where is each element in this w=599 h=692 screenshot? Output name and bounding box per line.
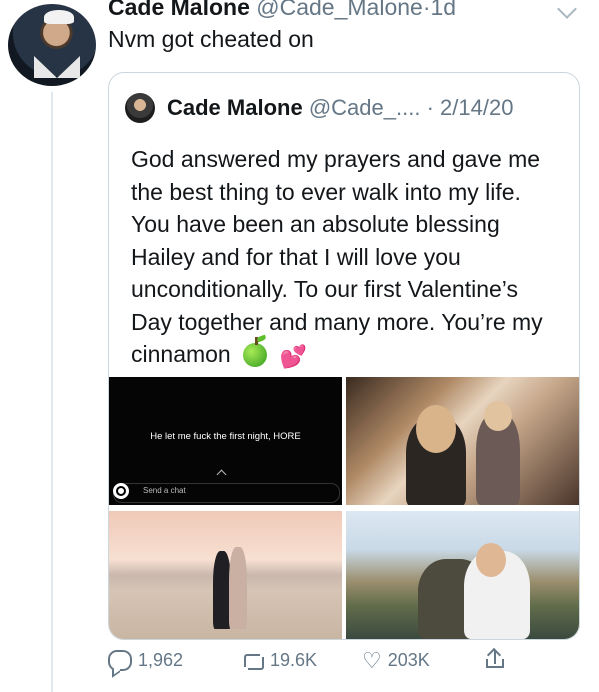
quoted-header: Cade Malone @Cade_.... · 2/14/20 (167, 95, 513, 121)
camera-icon (113, 483, 129, 499)
media-snapchat-screenshot[interactable]: He let me fuck the first night, HORE Sen… (109, 377, 342, 505)
media-grid: He let me fuck the first night, HORE Sen… (109, 377, 579, 639)
head-shape (476, 543, 506, 577)
reply-icon (108, 650, 132, 671)
like-button[interactable]: ♡ 203K (362, 647, 430, 673)
head-shape (484, 401, 512, 431)
like-icon: ♡ (362, 647, 382, 673)
media-mirror-selfie[interactable] (346, 377, 579, 505)
share-icon (486, 647, 504, 668)
share-button[interactable] (486, 647, 504, 668)
thread-line (51, 92, 53, 692)
reply-button[interactable]: 1,962 (108, 650, 183, 671)
separator: · (422, 0, 431, 20)
media-park-couple[interactable] (346, 511, 579, 639)
snap-send-placeholder: Send a chat (143, 486, 186, 495)
cap-shape (44, 10, 74, 24)
hair-shape (416, 405, 456, 453)
quoted-text-block: God answered my prayers and gave me the … (131, 143, 561, 374)
like-count: 203K (387, 650, 430, 670)
chevron-down-icon[interactable] (557, 0, 577, 19)
retweet-count: 19.6K (270, 650, 318, 670)
green-apple-icon (243, 337, 268, 367)
tweet-text: Nvm got cheated on (108, 26, 314, 52)
collar-shape (34, 56, 80, 78)
avatar[interactable] (8, 4, 96, 86)
author-name[interactable]: Cade Malone (108, 0, 250, 20)
quoted-separator: · (426, 95, 434, 120)
tweet-time[interactable]: 1d (431, 0, 457, 20)
quoted-author-name: Cade Malone (167, 95, 303, 120)
person-shape (229, 547, 247, 629)
two-hearts-icon: 💕 (279, 344, 307, 369)
tweet-header: Cade Malone @Cade_Malone·1d (108, 0, 456, 21)
snap-caption: He let me fuck the first night, HORE (150, 431, 301, 442)
retweet-icon (242, 653, 264, 670)
quoted-tweet[interactable]: Cade Malone @Cade_.... · 2/14/20 God ans… (108, 72, 580, 640)
reply-count: 1,962 (138, 650, 184, 670)
quoted-author-handle: @Cade_.... (308, 95, 421, 120)
retweet-button[interactable]: 19.6K (242, 650, 317, 671)
media-beach-couple[interactable] (109, 511, 342, 639)
author-handle[interactable]: @Cade_Malone (256, 0, 423, 20)
quoted-avatar (125, 93, 155, 123)
quoted-date: 2/14/20 (440, 95, 514, 120)
chevron-up-icon (216, 469, 227, 480)
tweet-actions: 1,962 19.6K ♡ 203K (108, 647, 578, 680)
quoted-text: God answered my prayers and gave me the … (131, 146, 543, 367)
